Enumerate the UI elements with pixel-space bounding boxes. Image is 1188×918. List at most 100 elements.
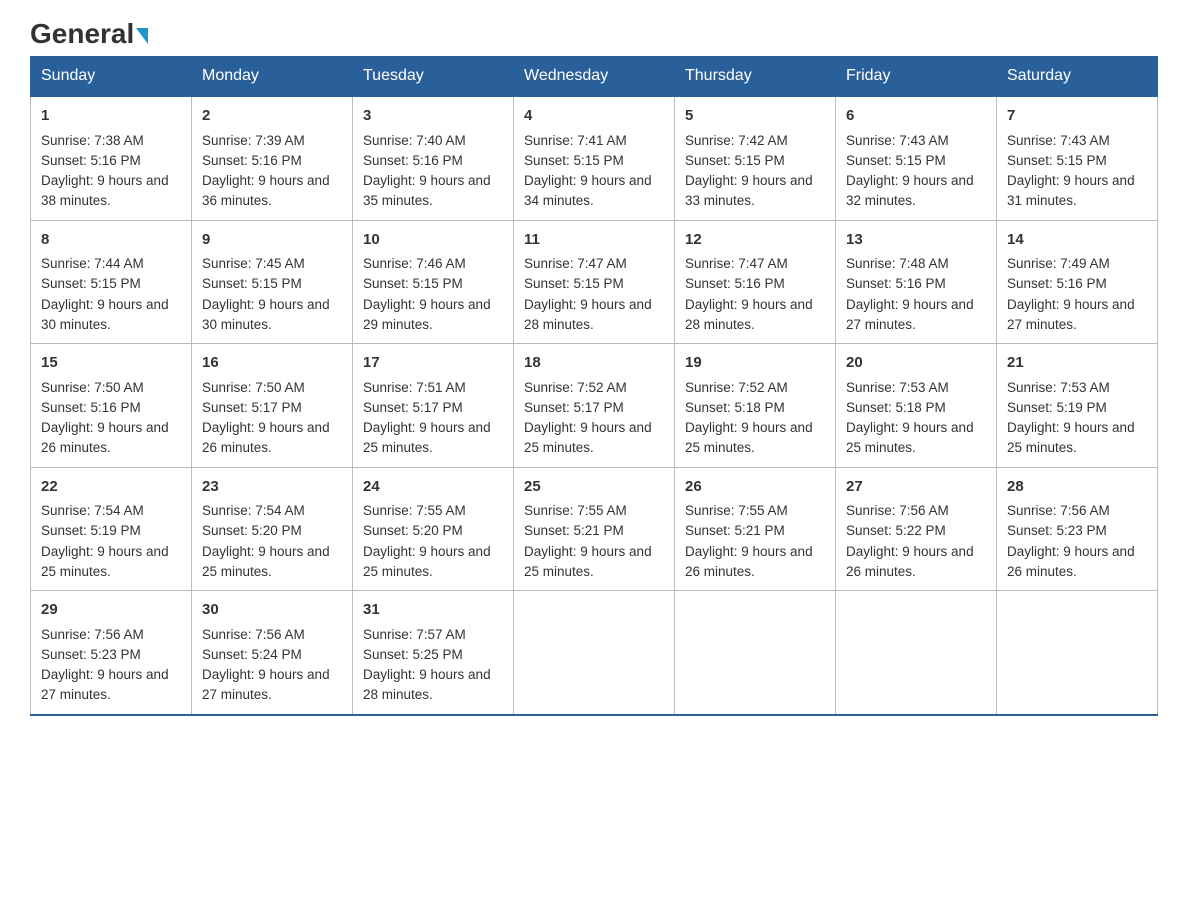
sunrise-info: Sunrise: 7:45 AM bbox=[202, 254, 342, 274]
daylight-info: Daylight: 9 hours and 28 minutes. bbox=[685, 295, 825, 336]
day-number: 26 bbox=[685, 476, 825, 499]
calendar-week-row: 8Sunrise: 7:44 AMSunset: 5:15 PMDaylight… bbox=[31, 220, 1158, 344]
daylight-info: Daylight: 9 hours and 32 minutes. bbox=[846, 171, 986, 212]
sunrise-info: Sunrise: 7:40 AM bbox=[363, 131, 503, 151]
day-number: 14 bbox=[1007, 229, 1147, 252]
sunrise-info: Sunrise: 7:43 AM bbox=[1007, 131, 1147, 151]
day-header-sunday: Sunday bbox=[31, 57, 192, 97]
calendar-week-row: 15Sunrise: 7:50 AMSunset: 5:16 PMDayligh… bbox=[31, 344, 1158, 468]
sunrise-info: Sunrise: 7:50 AM bbox=[202, 378, 342, 398]
day-number: 27 bbox=[846, 476, 986, 499]
sunset-info: Sunset: 5:16 PM bbox=[846, 274, 986, 294]
sunset-info: Sunset: 5:16 PM bbox=[1007, 274, 1147, 294]
calendar-week-row: 22Sunrise: 7:54 AMSunset: 5:19 PMDayligh… bbox=[31, 467, 1158, 591]
calendar-week-row: 29Sunrise: 7:56 AMSunset: 5:23 PMDayligh… bbox=[31, 591, 1158, 715]
day-number: 19 bbox=[685, 352, 825, 375]
sunrise-info: Sunrise: 7:38 AM bbox=[41, 131, 181, 151]
day-number: 3 bbox=[363, 105, 503, 128]
sunrise-info: Sunrise: 7:55 AM bbox=[524, 501, 664, 521]
daylight-info: Daylight: 9 hours and 26 minutes. bbox=[202, 418, 342, 459]
sunrise-info: Sunrise: 7:56 AM bbox=[202, 625, 342, 645]
sunset-info: Sunset: 5:23 PM bbox=[1007, 521, 1147, 541]
day-number: 5 bbox=[685, 105, 825, 128]
sunrise-info: Sunrise: 7:53 AM bbox=[1007, 378, 1147, 398]
sunrise-info: Sunrise: 7:41 AM bbox=[524, 131, 664, 151]
daylight-info: Daylight: 9 hours and 26 minutes. bbox=[41, 418, 181, 459]
calendar-cell: 15 Sunrise: 7:50 AMSunset: 5:16 PMDayligh… bbox=[31, 344, 192, 468]
sunset-info: Sunset: 5:25 PM bbox=[363, 645, 503, 665]
daylight-info: Daylight: 9 hours and 26 minutes. bbox=[846, 542, 986, 583]
calendar-header-row: SundayMondayTuesdayWednesdayThursdayFrid… bbox=[31, 57, 1158, 97]
sunrise-info: Sunrise: 7:54 AM bbox=[41, 501, 181, 521]
sunset-info: Sunset: 5:16 PM bbox=[202, 151, 342, 171]
calendar-cell: 30 Sunrise: 7:56 AMSunset: 5:24 PMDayligh… bbox=[192, 591, 353, 715]
sunset-info: Sunset: 5:16 PM bbox=[41, 151, 181, 171]
sunrise-info: Sunrise: 7:44 AM bbox=[41, 254, 181, 274]
daylight-info: Daylight: 9 hours and 27 minutes. bbox=[41, 665, 181, 706]
calendar-cell: 17Sunrise: 7:51 AMSunset: 5:17 PMDayligh… bbox=[353, 344, 514, 468]
calendar-cell: 1Sunrise: 7:38 AMSunset: 5:16 PMDaylight… bbox=[31, 96, 192, 220]
calendar-cell: 19Sunrise: 7:52 AMSunset: 5:18 PMDayligh… bbox=[675, 344, 836, 468]
logo-main-text: General bbox=[30, 20, 148, 48]
logo: General bbox=[30, 20, 148, 46]
daylight-info: Daylight: 9 hours and 27 minutes. bbox=[846, 295, 986, 336]
calendar-cell bbox=[675, 591, 836, 715]
sunrise-info: Sunrise: 7:47 AM bbox=[685, 254, 825, 274]
sunset-info: Sunset: 5:18 PM bbox=[685, 398, 825, 418]
day-number: 29 bbox=[41, 599, 181, 622]
daylight-info: Daylight: 9 hours and 25 minutes. bbox=[363, 418, 503, 459]
sunset-info: Sunset: 5:16 PM bbox=[41, 398, 181, 418]
page-header: General bbox=[30, 20, 1158, 46]
sunrise-info: Sunrise: 7:55 AM bbox=[363, 501, 503, 521]
sunrise-info: Sunrise: 7:39 AM bbox=[202, 131, 342, 151]
day-number: 17 bbox=[363, 352, 503, 375]
day-number: 30 bbox=[202, 599, 342, 622]
day-header-friday: Friday bbox=[836, 57, 997, 97]
day-number: 9 bbox=[202, 229, 342, 252]
sunset-info: Sunset: 5:17 PM bbox=[363, 398, 503, 418]
day-header-monday: Monday bbox=[192, 57, 353, 97]
day-number: 21 bbox=[1007, 352, 1147, 375]
calendar-cell: 20Sunrise: 7:53 AMSunset: 5:18 PMDayligh… bbox=[836, 344, 997, 468]
daylight-info: Daylight: 9 hours and 26 minutes. bbox=[685, 542, 825, 583]
daylight-info: Daylight: 9 hours and 30 minutes. bbox=[202, 295, 342, 336]
sunrise-info: Sunrise: 7:55 AM bbox=[685, 501, 825, 521]
daylight-info: Daylight: 9 hours and 25 minutes. bbox=[685, 418, 825, 459]
day-number: 13 bbox=[846, 229, 986, 252]
day-number: 4 bbox=[524, 105, 664, 128]
sunrise-info: Sunrise: 7:50 AM bbox=[41, 378, 181, 398]
sunrise-info: Sunrise: 7:52 AM bbox=[524, 378, 664, 398]
sunset-info: Sunset: 5:15 PM bbox=[1007, 151, 1147, 171]
daylight-info: Daylight: 9 hours and 25 minutes. bbox=[1007, 418, 1147, 459]
calendar-cell: 26Sunrise: 7:55 AMSunset: 5:21 PMDayligh… bbox=[675, 467, 836, 591]
sunrise-info: Sunrise: 7:46 AM bbox=[363, 254, 503, 274]
daylight-info: Daylight: 9 hours and 27 minutes. bbox=[202, 665, 342, 706]
sunset-info: Sunset: 5:24 PM bbox=[202, 645, 342, 665]
daylight-info: Daylight: 9 hours and 25 minutes. bbox=[524, 542, 664, 583]
sunrise-info: Sunrise: 7:42 AM bbox=[685, 131, 825, 151]
sunset-info: Sunset: 5:15 PM bbox=[524, 151, 664, 171]
sunset-info: Sunset: 5:15 PM bbox=[363, 274, 503, 294]
calendar-cell: 12Sunrise: 7:47 AMSunset: 5:16 PMDayligh… bbox=[675, 220, 836, 344]
day-number: 10 bbox=[363, 229, 503, 252]
day-number: 15 bbox=[41, 352, 181, 375]
daylight-info: Daylight: 9 hours and 28 minutes. bbox=[363, 665, 503, 706]
daylight-info: Daylight: 9 hours and 25 minutes. bbox=[846, 418, 986, 459]
calendar-cell: 24Sunrise: 7:55 AMSunset: 5:20 PMDayligh… bbox=[353, 467, 514, 591]
daylight-info: Daylight: 9 hours and 27 minutes. bbox=[1007, 295, 1147, 336]
calendar-cell: 13Sunrise: 7:48 AMSunset: 5:16 PMDayligh… bbox=[836, 220, 997, 344]
day-number: 7 bbox=[1007, 105, 1147, 128]
day-number: 11 bbox=[524, 229, 664, 252]
logo-triangle-icon bbox=[136, 28, 148, 44]
day-number: 24 bbox=[363, 476, 503, 499]
calendar-cell: 5Sunrise: 7:42 AMSunset: 5:15 PMDaylight… bbox=[675, 96, 836, 220]
sunrise-info: Sunrise: 7:53 AM bbox=[846, 378, 986, 398]
sunrise-info: Sunrise: 7:56 AM bbox=[41, 625, 181, 645]
sunrise-info: Sunrise: 7:49 AM bbox=[1007, 254, 1147, 274]
sunrise-info: Sunrise: 7:57 AM bbox=[363, 625, 503, 645]
day-number: 2 bbox=[202, 105, 342, 128]
sunrise-info: Sunrise: 7:56 AM bbox=[846, 501, 986, 521]
calendar-cell: 28Sunrise: 7:56 AMSunset: 5:23 PMDayligh… bbox=[997, 467, 1158, 591]
day-number: 1 bbox=[41, 105, 181, 128]
sunset-info: Sunset: 5:19 PM bbox=[1007, 398, 1147, 418]
